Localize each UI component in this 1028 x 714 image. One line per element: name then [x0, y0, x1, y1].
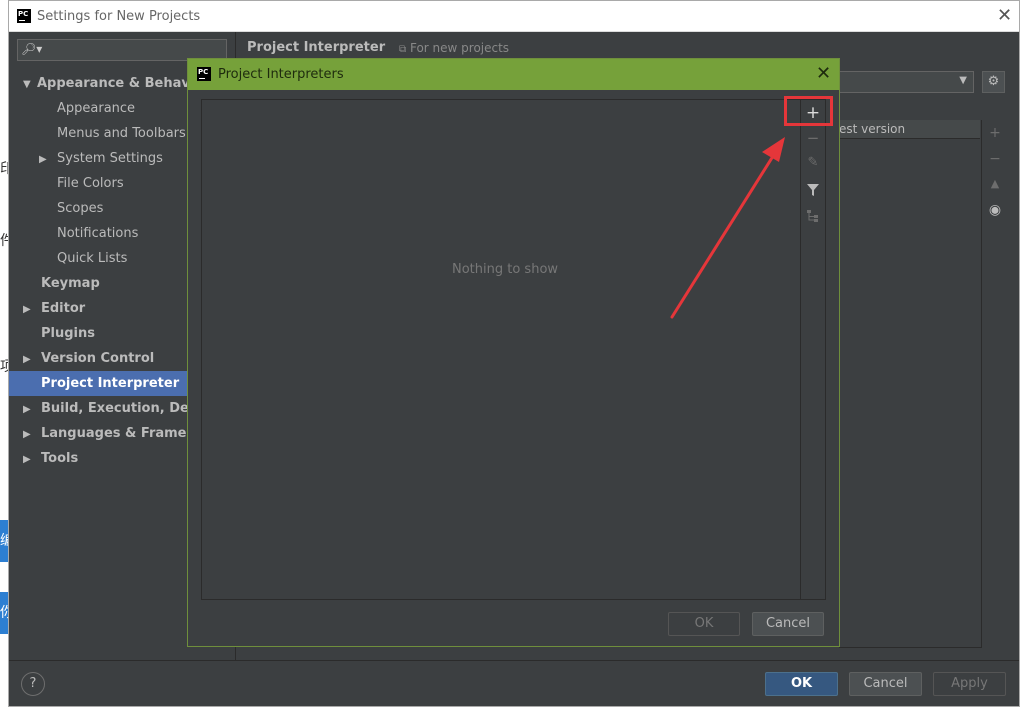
- tree-label: Plugins: [41, 326, 95, 341]
- gear-icon: ⚙: [987, 74, 1000, 89]
- background-fragment-5: 你: [0, 592, 8, 634]
- collapsed-arrow-icon: ▶: [23, 354, 31, 365]
- packages-toolbar: + − ▲ ◉: [981, 120, 1008, 648]
- settings-tree: ▼ Appearance & Behavior Appearance Menus …: [9, 71, 219, 471]
- cancel-button[interactable]: Cancel: [849, 672, 922, 696]
- interpreters-toolbar: + − ✎: [800, 99, 826, 600]
- dialog-close-icon[interactable]: ✕: [816, 63, 831, 84]
- interpreters-list[interactable]: Nothing to show: [201, 99, 801, 600]
- tree-label: Build, Execution, Deployment: [41, 401, 201, 416]
- tree-item-tools[interactable]: ▶ Tools: [9, 446, 201, 471]
- tree-label: Keymap: [41, 276, 100, 291]
- background-fragment-4: 编: [0, 520, 8, 562]
- dialog-title: Project Interpreters: [218, 67, 344, 82]
- eye-icon[interactable]: ◉: [982, 202, 1008, 218]
- tree-label: System Settings: [57, 151, 163, 166]
- remove-interpreter-icon[interactable]: −: [800, 129, 826, 147]
- tree-label: Appearance & Behavior: [37, 76, 201, 91]
- page-title: Project Interpreter: [247, 40, 386, 55]
- edit-pencil-icon[interactable]: ✎: [800, 155, 826, 170]
- ok-button[interactable]: OK: [765, 672, 838, 696]
- window-title: Settings for New Projects: [37, 9, 201, 24]
- collapsed-arrow-icon: ▶: [39, 154, 47, 165]
- tree-item-editor[interactable]: ▶ Editor: [9, 296, 201, 321]
- help-button[interactable]: ?: [21, 672, 45, 696]
- collapsed-arrow-icon: ▶: [23, 454, 31, 465]
- collapsed-arrow-icon: ▶: [23, 404, 31, 415]
- show-paths-icon[interactable]: [800, 207, 826, 226]
- upgrade-package-icon[interactable]: ▲: [982, 177, 1008, 190]
- interpreter-combo[interactable]: ▼: [839, 71, 974, 93]
- scope-text: For new projects: [409, 41, 510, 55]
- pycharm-logo-icon: PC: [197, 67, 211, 81]
- collapsed-arrow-icon: ▶: [23, 304, 31, 315]
- tree-label: Menus and Toolbars: [57, 126, 186, 141]
- footer-divider: [9, 660, 1019, 661]
- dialog-titlebar: PC Project Interpreters ✕: [188, 59, 839, 90]
- tree-label: Notifications: [57, 226, 139, 241]
- collapsed-arrow-icon: ▶: [23, 429, 31, 440]
- add-package-icon[interactable]: +: [982, 125, 1008, 141]
- tree-label: Editor: [41, 301, 86, 316]
- tree-label: Scopes: [57, 201, 104, 216]
- tree-label: Languages & Frameworks: [41, 426, 201, 441]
- window-close-icon[interactable]: ✕: [997, 5, 1012, 26]
- empty-list-text: Nothing to show: [452, 262, 559, 277]
- window-titlebar: PC Settings for New Projects ✕: [9, 1, 1019, 32]
- table-header-latest-version: est version: [839, 120, 980, 139]
- pycharm-logo-icon: PC: [17, 9, 31, 23]
- copy-icon: ⧉: [399, 44, 407, 55]
- dialog-cancel-button[interactable]: Cancel: [752, 612, 824, 636]
- project-interpreters-dialog: PC Project Interpreters ✕ Nothing to sho…: [187, 58, 840, 647]
- filter-icon[interactable]: [800, 181, 826, 201]
- tree-item-system-settings[interactable]: ▶ System Settings: [9, 146, 217, 171]
- remove-package-icon[interactable]: −: [982, 151, 1008, 167]
- tree-label: Tools: [41, 451, 79, 466]
- search-icon: 🔎︎▾: [21, 42, 43, 56]
- tree-item-version-control[interactable]: ▶ Version Control: [9, 346, 201, 371]
- tree-label: Appearance: [57, 101, 136, 116]
- tree-item-appearance-behavior[interactable]: ▼ Appearance & Behavior: [9, 71, 201, 96]
- add-button-highlight: [784, 96, 833, 126]
- interpreter-settings-button[interactable]: ⚙: [982, 71, 1005, 93]
- expanded-arrow-icon: ▼: [23, 79, 31, 90]
- tree-item-build-execution-deployment[interactable]: ▶ Build, Execution, Deployment: [9, 396, 201, 421]
- tree-label: Quick Lists: [57, 251, 128, 266]
- dialog-ok-button[interactable]: OK: [668, 612, 740, 636]
- tree-label: Project Interpreter: [41, 376, 180, 391]
- chevron-down-icon: ▼: [959, 75, 967, 86]
- scope-label: ⧉ For new projects: [399, 41, 509, 55]
- tree-item-languages-frameworks[interactable]: ▶ Languages & Frameworks: [9, 421, 201, 446]
- apply-button[interactable]: Apply: [933, 672, 1006, 696]
- tree-label: File Colors: [57, 176, 124, 191]
- tree-label: Version Control: [41, 351, 155, 366]
- packages-table: [839, 120, 981, 648]
